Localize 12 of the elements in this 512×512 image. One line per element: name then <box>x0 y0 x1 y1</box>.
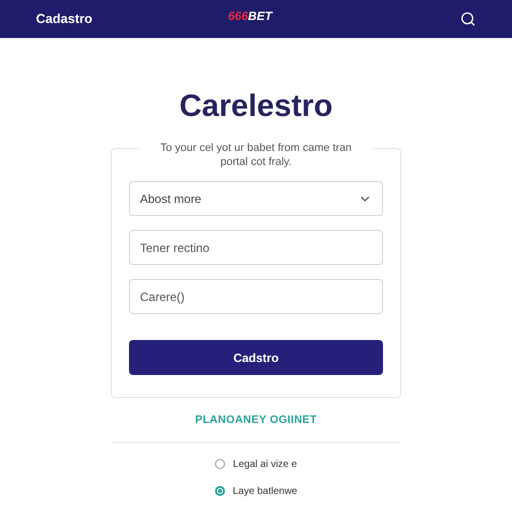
page-title: Cadastro <box>36 10 92 28</box>
form-description: To your cel yot ur babet from came tran portal cot fraly. <box>139 141 373 169</box>
logo[interactable]: 666BET <box>228 10 272 22</box>
search-icon <box>460 11 476 27</box>
radio-option[interactable]: Legal ai vize e <box>215 456 297 472</box>
input-field[interactable]: Tener rectino <box>129 230 383 265</box>
dropdown-field[interactable]: Abost more <box>129 181 383 216</box>
heading: Carelestro <box>179 90 333 121</box>
input-field[interactable]: Carere() <box>129 279 383 314</box>
submit-button[interactable]: Cadstro <box>129 340 383 375</box>
search-button[interactable] <box>460 11 476 27</box>
radio-option[interactable]: Laye batlenwe <box>214 484 298 498</box>
